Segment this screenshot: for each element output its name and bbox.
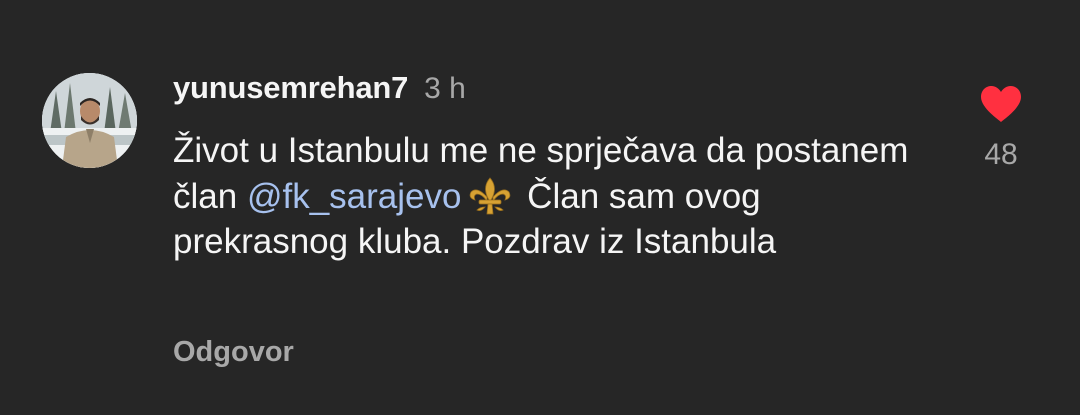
avatar[interactable] (42, 73, 137, 168)
like-count: 48 (984, 138, 1018, 171)
heart-icon[interactable] (979, 84, 1023, 124)
comment-text: Život u Istanbulu me ne sprječava da pos… (173, 128, 933, 265)
comment-header: yunusemrehan7 3 h (173, 70, 466, 110)
timestamp: 3 h (424, 72, 466, 105)
reply-button[interactable]: Odgovor (173, 336, 294, 369)
fleur-de-lis-icon (470, 176, 511, 214)
avatar-photo (42, 73, 137, 168)
username-link[interactable]: yunusemrehan7 (173, 70, 408, 106)
like-control: 48 (977, 84, 1025, 172)
mention-link[interactable]: @fk_sarajevo (247, 177, 462, 216)
comment-item: yunusemrehan7 3 h Život u Istanbulu me n… (0, 0, 1080, 415)
